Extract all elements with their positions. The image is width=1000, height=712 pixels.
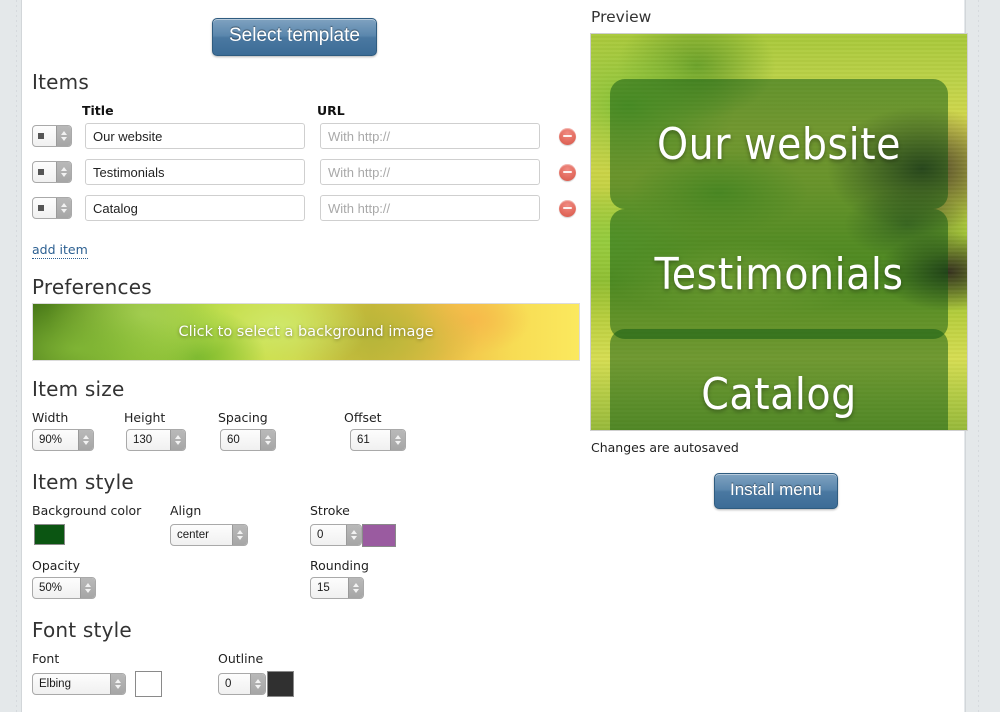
opacity-label: Opacity xyxy=(32,558,80,573)
align-value: center xyxy=(171,525,232,545)
outline-label: Outline xyxy=(218,651,263,666)
background-color-label: Background color xyxy=(32,503,141,518)
offset-select[interactable]: 61 xyxy=(350,429,406,451)
spinner-icon[interactable] xyxy=(232,525,247,545)
spinner-icon[interactable] xyxy=(260,430,275,450)
align-select[interactable]: center xyxy=(170,524,248,546)
table-row xyxy=(32,159,576,185)
menu-preview[interactable]: Our website Testimonials Catalog xyxy=(590,33,968,431)
minus-circle-icon-2[interactable] xyxy=(559,164,576,181)
stroke-width-value: 0 xyxy=(311,525,346,545)
item-size-heading: Item size xyxy=(32,377,124,401)
font-select[interactable]: Elbing xyxy=(32,673,126,695)
item-order-select-3[interactable] xyxy=(32,197,72,219)
rounding-value: 15 xyxy=(311,578,348,598)
spinner-icon[interactable] xyxy=(80,578,95,598)
minus-circle-icon-1[interactable] xyxy=(559,128,576,145)
spacing-value: 60 xyxy=(221,430,260,450)
height-value: 130 xyxy=(127,430,170,450)
add-item-link[interactable]: add item xyxy=(32,242,88,259)
spacing-select[interactable]: 60 xyxy=(220,429,276,451)
spinner-icon[interactable] xyxy=(170,430,185,450)
align-label: Align xyxy=(170,503,201,518)
preferences-heading: Preferences xyxy=(32,275,152,299)
height-label: Height xyxy=(124,410,165,425)
square-bullet-icon xyxy=(38,205,44,211)
spinner-icon[interactable] xyxy=(390,430,405,450)
autosave-note: Changes are autosaved xyxy=(591,440,739,455)
left-scroll-track[interactable] xyxy=(16,0,17,712)
select-template-wrap: Select template xyxy=(212,18,377,56)
spacing-label: Spacing xyxy=(218,410,268,425)
spinner-icon[interactable] xyxy=(56,126,71,146)
install-menu-wrap: Install menu xyxy=(714,473,838,509)
item-order-value-1 xyxy=(33,126,56,146)
item-order-select-1[interactable] xyxy=(32,125,72,147)
preview-heading: Preview xyxy=(591,8,651,26)
font-label: Font xyxy=(32,651,59,666)
rounding-label: Rounding xyxy=(310,558,369,573)
select-template-button[interactable]: Select template xyxy=(212,18,377,56)
right-gutter xyxy=(965,0,1000,712)
background-picker-caption: Click to select a background image xyxy=(33,304,579,360)
opacity-value: 50% xyxy=(33,578,80,598)
page-canvas: Select template Items Title URL xyxy=(22,0,964,712)
stroke-color-swatch[interactable] xyxy=(362,524,396,547)
items-heading: Items xyxy=(32,70,89,94)
item-url-input-3[interactable] xyxy=(320,195,540,221)
column-header-url: URL xyxy=(317,103,345,118)
font-value: Elbing xyxy=(33,674,110,694)
minus-circle-icon-3[interactable] xyxy=(559,200,576,217)
preview-item-2[interactable]: Testimonials xyxy=(610,209,948,339)
item-url-input-2[interactable] xyxy=(320,159,540,185)
item-url-input-1[interactable] xyxy=(320,123,540,149)
stroke-label: Stroke xyxy=(310,503,350,518)
spinner-icon[interactable] xyxy=(250,674,265,694)
item-title-input-1[interactable] xyxy=(85,123,305,149)
preview-item-1[interactable]: Our website xyxy=(610,79,948,209)
spinner-icon[interactable] xyxy=(56,162,71,182)
spinner-icon[interactable] xyxy=(348,578,363,598)
item-order-select-2[interactable] xyxy=(32,161,72,183)
outline-width-value: 0 xyxy=(219,674,250,694)
preview-item-label-3: Catalog xyxy=(701,369,857,420)
outline-width-select[interactable]: 0 xyxy=(218,673,266,695)
spinner-icon[interactable] xyxy=(56,198,71,218)
item-order-value-3 xyxy=(33,198,56,218)
stroke-width-select[interactable]: 0 xyxy=(310,524,362,546)
spinner-icon[interactable] xyxy=(78,430,93,450)
width-value: 90% xyxy=(33,430,78,450)
font-style-heading: Font style xyxy=(32,618,132,642)
preview-item-3[interactable]: Catalog xyxy=(610,329,948,431)
table-row xyxy=(32,123,576,149)
offset-value: 61 xyxy=(351,430,390,450)
rounding-select[interactable]: 15 xyxy=(310,577,364,599)
font-color-swatch[interactable] xyxy=(135,671,162,697)
preview-item-label-2: Testimonials xyxy=(655,249,904,300)
width-select[interactable]: 90% xyxy=(32,429,94,451)
width-label: Width xyxy=(32,410,68,425)
item-style-heading: Item style xyxy=(32,470,134,494)
right-scroll-track[interactable] xyxy=(978,0,979,712)
square-bullet-icon xyxy=(38,133,44,139)
square-bullet-icon xyxy=(38,169,44,175)
item-title-input-3[interactable] xyxy=(85,195,305,221)
height-select[interactable]: 130 xyxy=(126,429,186,451)
opacity-select[interactable]: 50% xyxy=(32,577,96,599)
item-order-value-2 xyxy=(33,162,56,182)
table-row xyxy=(32,195,576,221)
spinner-icon[interactable] xyxy=(346,525,361,545)
preview-item-label-1: Our website xyxy=(657,119,901,170)
spinner-icon[interactable] xyxy=(110,674,125,694)
background-image-picker[interactable]: Click to select a background image xyxy=(32,303,580,361)
outline-color-swatch[interactable] xyxy=(267,671,294,697)
install-menu-button[interactable]: Install menu xyxy=(714,473,838,509)
column-header-title: Title xyxy=(82,103,114,118)
app-window: Select template Items Title URL xyxy=(0,0,1000,712)
offset-label: Offset xyxy=(344,410,382,425)
background-color-swatch[interactable] xyxy=(34,524,65,545)
left-gutter xyxy=(0,0,22,712)
item-title-input-2[interactable] xyxy=(85,159,305,185)
